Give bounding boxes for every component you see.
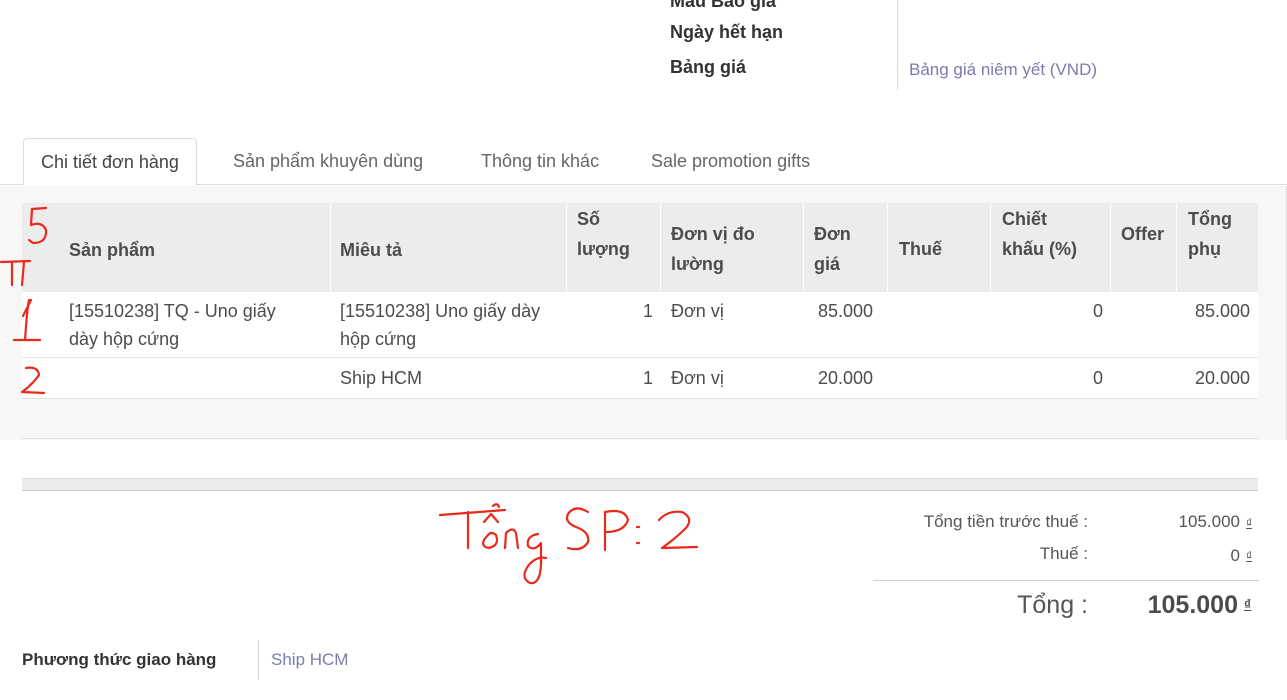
handwritten-colon <box>635 525 641 545</box>
col-header-uom-line2[interactable]: lường <box>671 252 724 276</box>
totals-divider <box>873 580 1259 581</box>
notebook-tabs: Chi tiết đơn hàng Sản phẩm khuyên dùng T… <box>0 138 1287 186</box>
col-divider <box>330 203 331 292</box>
row-uom: Đơn vị <box>671 301 724 321</box>
table-footer-line <box>22 438 1258 439</box>
row-description-line1: [15510238] Uno giấy dày <box>340 301 541 321</box>
untaxed-amount-value: 105.000 <box>1178 512 1240 531</box>
tab-sale-promotion-gifts[interactable]: Sale promotion gifts <box>651 138 810 184</box>
col-header-offer[interactable]: Offer <box>1121 222 1164 246</box>
pricelist-value-link[interactable]: Bảng giá niêm yết (VND) <box>909 60 1097 80</box>
table-footer-bar <box>22 478 1258 491</box>
pricelist-label: Bảng giá <box>670 57 747 77</box>
row-price: 20.000 <box>818 368 874 388</box>
header-field-divider <box>897 0 898 90</box>
col-header-description[interactable]: Miêu tả <box>340 238 402 262</box>
row-subtotal: 20.000 <box>1194 368 1250 388</box>
delivery-method-link[interactable]: Ship HCM <box>271 650 348 670</box>
currency-symbol: ₫ <box>1246 516 1253 530</box>
col-divider <box>660 203 661 292</box>
tab-optional-products[interactable]: Sản phẩm khuyên dùng <box>233 138 423 184</box>
row-qty: 1 <box>642 301 653 321</box>
col-header-price-line2[interactable]: giá <box>814 252 840 276</box>
col-header-subtotal-line2[interactable]: phụ <box>1188 237 1221 261</box>
tax-amount-value: 0 <box>1230 546 1240 565</box>
row-product-line1: [15510238] TQ - Uno giấy <box>69 301 276 321</box>
currency-symbol: ₫ <box>1246 549 1253 563</box>
row-uom: Đơn vị <box>671 368 724 388</box>
col-divider <box>1176 203 1177 292</box>
row-price: 85.000 <box>818 301 874 321</box>
col-header-price-line1[interactable]: Đơn <box>814 222 851 246</box>
handwritten-P <box>603 509 630 552</box>
col-header-product[interactable]: Sản phẩm <box>69 238 155 262</box>
col-header-uom-line1[interactable]: Đơn vị đo <box>671 222 755 246</box>
col-divider <box>803 203 804 292</box>
col-header-qty-line2[interactable]: lượng <box>577 237 630 261</box>
quotation-template-label: Mẫu Báo giá <box>670 0 777 11</box>
handwritten-g <box>523 532 548 585</box>
col-divider <box>566 203 567 292</box>
currency-symbol: ₫ <box>1244 596 1252 612</box>
row-subtotal: 85.000 <box>1194 301 1250 321</box>
handwritten-o <box>481 531 499 550</box>
row-product-line2: dày hộp cứng <box>69 329 180 349</box>
tab-order-lines[interactable]: Chi tiết đơn hàng <box>23 138 197 186</box>
col-header-qty-line1[interactable]: Số <box>577 207 600 231</box>
handwritten-n <box>503 528 520 550</box>
tax-amount-label: Thuế : <box>1039 544 1088 563</box>
untaxed-amount-label: Tổng tiền trước thuế : <box>923 512 1088 531</box>
handwritten-T <box>438 508 507 550</box>
row-discount: 0 <box>1092 368 1103 388</box>
row-qty: 1 <box>642 368 653 388</box>
handwritten-accent <box>482 503 501 524</box>
delivery-method-label: Phương thức giao hàng <box>22 650 217 669</box>
row-description-line2: hộp cứng <box>340 329 417 349</box>
col-divider <box>1110 203 1111 292</box>
row-divider <box>22 398 1258 399</box>
handwritten-two-big <box>657 510 699 550</box>
col-divider <box>990 203 991 292</box>
col-header-tax[interactable]: Thuế <box>899 237 942 261</box>
col-header-discount-line2[interactable]: khấu (%) <box>1002 237 1077 261</box>
col-header-subtotal-line1[interactable]: Tổng <box>1188 207 1232 231</box>
delivery-divider <box>258 640 259 680</box>
col-header-discount-line1[interactable]: Chiết <box>1002 207 1047 231</box>
tab-other-info[interactable]: Thông tin khác <box>481 138 599 184</box>
row-description-line1: Ship HCM <box>340 368 423 388</box>
handwritten-S <box>565 507 590 551</box>
col-divider <box>887 203 888 292</box>
row-discount: 0 <box>1092 301 1103 321</box>
total-label: Tổng : <box>1017 591 1088 619</box>
expiration-date-label: Ngày hết hạn <box>670 22 784 42</box>
total-value: 105.000 <box>1147 591 1238 619</box>
